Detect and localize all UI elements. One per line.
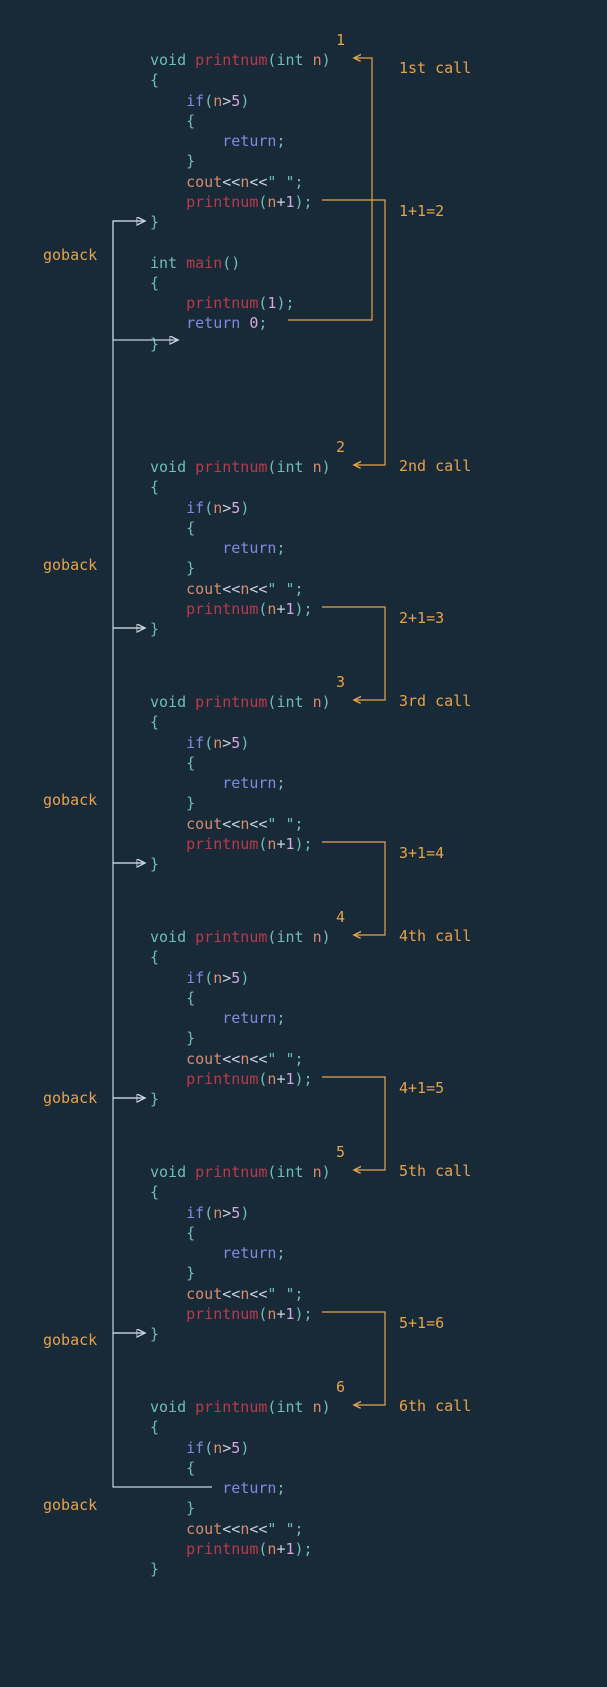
- goback-label-4: goback: [43, 1088, 97, 1108]
- recurse-arrow-5: [322, 1312, 385, 1405]
- goback-arrow-5: [113, 1098, 145, 1333]
- code-block-1: void printnum(int n) { if(n>5) { return;…: [150, 50, 331, 354]
- goback-label-5: goback: [43, 1330, 97, 1350]
- call-label-4: 4th call: [399, 926, 471, 946]
- call-label-6: 6th call: [399, 1396, 471, 1416]
- code-block-4: void printnum(int n) { if(n>5) { return;…: [150, 927, 331, 1109]
- recurse-arrow-1: [322, 200, 385, 465]
- recurse-arrow-3: [322, 842, 385, 935]
- n-value-4: 4: [336, 907, 345, 927]
- goback-label-3: goback: [43, 790, 97, 810]
- n-value-1: 1: [336, 30, 345, 50]
- code-block-5: void printnum(int n) { if(n>5) { return;…: [150, 1162, 331, 1344]
- code-block-2: void printnum(int n) { if(n>5) { return;…: [150, 457, 331, 639]
- goback-arrow-3: [113, 628, 145, 863]
- goback-arrow-4: [113, 863, 145, 1098]
- n-value-6: 6: [336, 1377, 345, 1397]
- code-block-6: void printnum(int n) { if(n>5) { return;…: [150, 1397, 331, 1579]
- sum-label-3: 3+1=4: [399, 843, 444, 863]
- recurse-arrow-2: [322, 607, 385, 700]
- n-value-2: 2: [336, 437, 345, 457]
- sum-label-1: 1+1=2: [399, 201, 444, 221]
- goback-label-2: goback: [43, 555, 97, 575]
- n-value-3: 3: [336, 672, 345, 692]
- diagram-canvas: void printnum(int n) { if(n>5) { return;…: [0, 0, 607, 1687]
- recurse-arrow-4: [322, 1077, 385, 1170]
- goback-label-6: goback: [43, 1495, 97, 1515]
- sum-label-4: 4+1=5: [399, 1078, 444, 1098]
- sum-label-5: 5+1=6: [399, 1313, 444, 1333]
- sum-label-2: 2+1=3: [399, 608, 444, 628]
- call-label-2: 2nd call: [399, 456, 471, 476]
- goback-arrow-2: [113, 221, 145, 628]
- n-value-5: 5: [336, 1142, 345, 1162]
- call-label-5: 5th call: [399, 1161, 471, 1181]
- call-label-3: 3rd call: [399, 691, 471, 711]
- code-block-3: void printnum(int n) { if(n>5) { return;…: [150, 692, 331, 874]
- goback-label-1: goback: [43, 245, 97, 265]
- call-label-1: 1st call: [399, 58, 471, 78]
